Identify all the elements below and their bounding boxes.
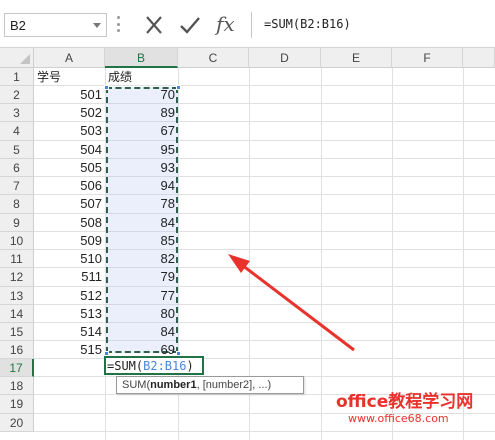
- row-header-18[interactable]: 18: [0, 377, 34, 395]
- cell-score[interactable]: 93: [105, 159, 178, 177]
- cell-student-id[interactable]: 501: [34, 86, 105, 104]
- cell-score[interactable]: 85: [105, 232, 178, 250]
- insert-function-button[interactable]: fx: [216, 12, 235, 36]
- cell-score[interactable]: 82: [105, 250, 178, 268]
- cell-student-id[interactable]: 504: [34, 141, 105, 159]
- cell-student-id[interactable]: 509: [34, 232, 105, 250]
- column-header-e[interactable]: E: [321, 48, 392, 68]
- enter-button[interactable]: [176, 12, 204, 38]
- function-tooltip: SUM(number1, [number2], ...): [116, 376, 304, 394]
- cell-student-id[interactable]: 503: [34, 122, 105, 140]
- tooltip-arg-number1[interactable]: number1: [150, 379, 196, 391]
- cell-student-id[interactable]: 515: [34, 341, 105, 359]
- cell-student-id[interactable]: 507: [34, 195, 105, 213]
- cancel-button[interactable]: [140, 12, 168, 38]
- watermark-url: www.office68.com: [348, 412, 449, 425]
- cell-score[interactable]: 89: [105, 104, 178, 122]
- close-icon: [146, 16, 162, 34]
- chevron-down-icon[interactable]: [93, 23, 101, 28]
- cell-student-id[interactable]: 502: [34, 104, 105, 122]
- column-header-a[interactable]: A: [34, 48, 105, 68]
- column-header-f[interactable]: F: [392, 48, 463, 68]
- row-header-12[interactable]: 12: [0, 268, 34, 287]
- row-header-15[interactable]: 15: [0, 323, 34, 341]
- cell-student-id[interactable]: 510: [34, 250, 105, 268]
- cell-student-id[interactable]: 513: [34, 305, 105, 323]
- row-gridline: [34, 431, 495, 432]
- row-header-2[interactable]: 2: [0, 86, 34, 104]
- check-icon: [180, 17, 200, 34]
- row-header-8[interactable]: 8: [0, 195, 34, 214]
- column-header-d[interactable]: D: [249, 48, 321, 68]
- column-gridline: [392, 68, 393, 440]
- cell-score[interactable]: 79: [105, 268, 178, 286]
- select-all-button[interactable]: [0, 48, 34, 68]
- tooltip-fn: SUM(: [122, 379, 151, 391]
- cell-score[interactable]: 84: [105, 214, 178, 232]
- row-header-11[interactable]: 11: [0, 250, 34, 268]
- watermark-title: office教程学习网: [336, 392, 474, 412]
- formula-suffix: ): [186, 359, 194, 373]
- cell-b17-editor[interactable]: =SUM(B2:B16): [104, 356, 204, 375]
- column-header-c[interactable]: C: [178, 48, 249, 68]
- column-gridline: [463, 68, 464, 440]
- row-header-13[interactable]: 13: [0, 287, 34, 305]
- cell-student-id[interactable]: 508: [34, 214, 105, 232]
- tooltip-rest: , [number2], ...): [196, 379, 272, 391]
- row-header-14[interactable]: 14: [0, 305, 34, 323]
- row-header-3[interactable]: 3: [0, 104, 34, 122]
- cell-student-id[interactable]: 511: [34, 268, 105, 286]
- cell-score[interactable]: 94: [105, 177, 178, 195]
- cell-student-id[interactable]: 506: [34, 177, 105, 195]
- row-header-7[interactable]: 7: [0, 177, 34, 195]
- column-header-b[interactable]: B: [105, 48, 178, 68]
- row-header-19[interactable]: 19: [0, 395, 34, 414]
- row-header-6[interactable]: 6: [0, 159, 34, 177]
- cell-b17-formula: =SUM(B2:B16): [107, 359, 194, 373]
- select-all-icon: [20, 54, 30, 64]
- row-header-17[interactable]: 17: [0, 359, 34, 377]
- drag-handle-icon[interactable]: [117, 16, 120, 32]
- name-box[interactable]: B2: [4, 13, 107, 37]
- cell-student-id[interactable]: 512: [34, 287, 105, 305]
- row-header-1[interactable]: 1: [0, 68, 34, 86]
- row-header-5[interactable]: 5: [0, 141, 34, 159]
- cell-b1-header[interactable]: 成绩: [105, 68, 178, 86]
- formula-prefix: =SUM(: [107, 359, 144, 373]
- column-gridline: [321, 68, 322, 440]
- cell-score[interactable]: 77: [105, 287, 178, 305]
- cell-student-id[interactable]: 514: [34, 323, 105, 341]
- row-header-4[interactable]: 4: [0, 122, 34, 141]
- row-header-16[interactable]: 16: [0, 341, 34, 359]
- row-header-9[interactable]: 9: [0, 214, 34, 232]
- cell-score[interactable]: 70: [105, 86, 178, 104]
- cell-score[interactable]: 84: [105, 323, 178, 341]
- cell-student-id[interactable]: 505: [34, 159, 105, 177]
- cell-score[interactable]: 78: [105, 195, 178, 213]
- formula-input[interactable]: =SUM(B2:B16): [251, 12, 495, 38]
- cell-score[interactable]: 95: [105, 141, 178, 159]
- row-header-10[interactable]: 10: [0, 232, 34, 250]
- cell-score[interactable]: 80: [105, 305, 178, 323]
- column-header-g[interactable]: [463, 48, 495, 68]
- row-header-20[interactable]: 20: [0, 414, 34, 432]
- cell-score[interactable]: 67: [105, 122, 178, 140]
- formula-text: =SUM(B2:B16): [264, 17, 351, 31]
- formula-range-ref: B2:B16: [143, 359, 187, 373]
- cell-a1-header[interactable]: 学号: [34, 68, 105, 86]
- name-box-value: B2: [10, 18, 26, 33]
- spreadsheet-grid[interactable]: A B C D E F 1 2 3 4 5 6 7 8 9 10 11 12 13 14 15 16 17 18 19 20 学号成…: [0, 48, 495, 440]
- formula-bar: B2 fx =SUM(B2:B16): [0, 0, 495, 48]
- watermark: office教程学习网 www.office68.com: [336, 392, 473, 426]
